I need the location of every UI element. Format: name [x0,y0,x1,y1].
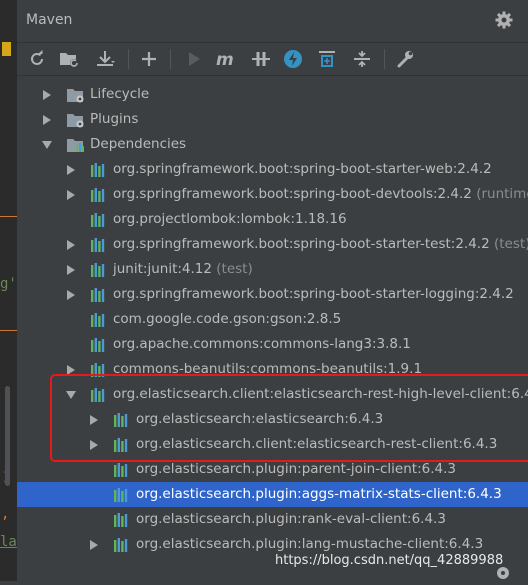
dependency-label: org.springframework.boot:spring-boot-sta… [113,161,492,177]
expand-arrow-icon[interactable] [67,165,75,175]
library-icon [90,237,106,253]
folder-settings-icon [67,112,84,128]
maven-toolbar: m [17,43,528,76]
library-icon [90,187,106,203]
dependency-label: com.google.code.gson:gson:2.8.5 [113,311,342,327]
dependency-label: org.springframework.boot:spring-boot-sta… [113,286,514,302]
tree-node-lifecycle[interactable]: Lifecycle [17,82,528,107]
dependency-label: org.springframework.boot:spring-boot-sta… [113,236,528,252]
toolbar-separator [384,49,385,69]
library-icon [90,287,106,303]
dependency-item-selected[interactable]: org.elasticsearch.plugin:aggs-matrix-sta… [17,482,528,507]
folder-dependencies-icon [67,137,84,153]
tree-node-plugins[interactable]: Plugins [17,107,528,132]
reimport-icon[interactable] [25,47,49,71]
editor-marker [2,42,11,56]
library-icon [90,262,106,278]
execute-goal-icon[interactable]: m [214,47,238,71]
expand-arrow-icon[interactable] [67,290,75,300]
expand-arrow-icon[interactable] [43,115,51,125]
editor-text-fragment: la [0,534,17,550]
gear-icon[interactable] [494,10,514,30]
generate-sources-icon[interactable] [57,47,81,71]
dependency-scope: (runtime) [476,186,528,202]
library-icon [90,337,106,353]
expand-arrow-icon[interactable] [67,240,75,250]
library-icon [113,462,129,478]
tree-node-label: Dependencies [90,136,187,152]
dependency-item[interactable]: org.springframework.boot:spring-boot-dev… [17,182,528,207]
add-icon[interactable] [137,47,161,71]
dependency-item[interactable]: org.springframework.boot:spring-boot-sta… [17,232,528,257]
annotation-highlight-box [50,374,528,462]
tree-node-dependencies[interactable]: Dependencies [17,132,528,157]
expand-arrow-icon[interactable] [43,90,51,100]
dependency-item[interactable]: org.elasticsearch.plugin:rank-eval-clien… [17,507,528,532]
library-icon [113,512,129,528]
expand-arrow-icon[interactable] [67,190,75,200]
library-icon [113,537,129,553]
dependency-label: org.elasticsearch.plugin:parent-join-cli… [136,461,456,477]
tool-window-header: Maven [17,0,528,43]
panel-title: Maven [26,12,73,28]
editor-text-fragment: g' [0,276,17,292]
dependency-item[interactable]: junit:junit:4.12 (test) [17,257,528,282]
dependency-label: org.projectlombok:lombok:1.18.16 [113,211,347,227]
maven-project-tree: Lifecycle Plugins Dependencies org.sprin… [17,76,528,581]
editor-scrollbar[interactable] [5,386,10,486]
dependency-scope: (test) [489,236,528,252]
run-icon[interactable] [182,47,206,71]
watermark-text: https://blog.csdn.net/qq_42889988 [275,553,504,568]
toolbar-separator [170,49,171,69]
dependency-label: junit:junit:4.12 (test) [113,261,253,277]
dependency-label: org.apache.commons:commons-lang3:3.8.1 [113,336,411,352]
dependency-item[interactable]: org.springframework.boot:spring-boot-sta… [17,157,528,182]
dependency-label: org.springframework.boot:spring-boot-dev… [113,186,528,202]
tree-node-label: Lifecycle [90,86,150,102]
tree-node-label: Plugins [90,111,139,127]
dependency-label: org.elasticsearch.plugin:aggs-matrix-sta… [136,486,502,502]
editor-gutter-strip: g' I , la [0,0,17,581]
expand-arrow-icon[interactable] [90,540,98,550]
collapse-arrow-icon[interactable] [42,141,52,149]
library-icon [90,312,106,328]
show-dependencies-icon[interactable] [315,47,339,71]
dependency-item[interactable]: com.google.code.gson:gson:2.8.5 [17,307,528,332]
dependency-scope: (test) [211,261,253,277]
dependency-item[interactable]: org.apache.commons:commons-lang3:3.8.1 [17,332,528,357]
dependency-label: org.elasticsearch.plugin:rank-eval-clien… [136,511,446,527]
download-icon[interactable] [93,47,117,71]
toolbar-separator [128,49,129,69]
folder-settings-icon [67,87,84,103]
editor-text-fragment: , [1,506,10,522]
dependency-item[interactable]: org.springframework.boot:spring-boot-sta… [17,282,528,307]
gear-icon[interactable] [495,565,511,581]
skip-tests-icon[interactable] [281,47,305,71]
editor-divider [0,216,17,217]
settings-wrench-icon[interactable] [393,47,417,71]
toggle-offline-icon[interactable] [249,47,273,71]
expand-arrow-icon[interactable] [67,265,75,275]
collapse-all-icon[interactable] [350,47,374,71]
editor-divider [0,330,17,331]
library-icon [113,487,129,503]
svg-text:m: m [216,51,234,67]
library-icon [90,212,106,228]
dependency-item[interactable]: org.projectlombok:lombok:1.18.16 [17,207,528,232]
library-icon [90,162,106,178]
maven-tool-window: Maven m Lifecycle Plugins Dependencies o… [17,0,528,581]
dependency-label: org.elasticsearch.plugin:lang-mustache-c… [136,536,484,552]
